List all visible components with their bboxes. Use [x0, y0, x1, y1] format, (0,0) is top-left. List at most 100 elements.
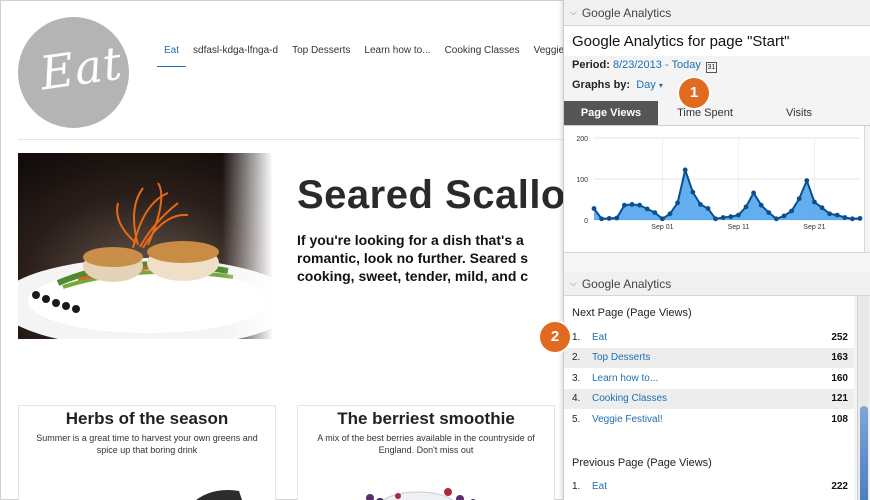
page-views-chart: 200 100 0 Sep 01 Sep 11 Sep 21: [564, 126, 865, 252]
nav-item-sdfasl[interactable]: sdfasl-kdga-lfnga-d: [186, 43, 285, 67]
data-point: [857, 216, 863, 221]
chart-footer: [564, 252, 870, 272]
data-point: [690, 189, 696, 195]
rank: 1.: [572, 481, 581, 493]
page-link[interactable]: Cooking Classes: [592, 393, 831, 404]
data-point: [660, 216, 665, 222]
graphs-by-label: Graphs by:: [572, 79, 631, 91]
rank: 1.: [572, 331, 581, 343]
nav-item-cooking-classes[interactable]: Cooking Classes: [438, 43, 527, 67]
data-point: [705, 206, 711, 211]
article-intro-line: cooking, sweet, tender, mild, and c: [297, 268, 529, 284]
list-item: 2. Top Desserts 163: [564, 347, 854, 368]
rank: 4.: [572, 393, 581, 405]
period-value-link[interactable]: 8/23/2013 - Today: [613, 59, 701, 71]
logo-text: Eat: [36, 35, 126, 101]
data-point: [812, 199, 817, 205]
list-item: 3. Learn how to... 160: [564, 368, 854, 389]
article-intro: If you're looking for a dish that's a ro…: [297, 231, 597, 285]
hero-image: [18, 153, 273, 339]
section-header-label: Google Analytics: [581, 276, 672, 291]
site-nav: Eat sdfasl-kdga-lfnga-d Top Desserts Lea…: [157, 43, 611, 67]
list-item: 1. Eat 252: [564, 327, 854, 348]
page-views-count: 121: [831, 393, 848, 405]
tab-page-views[interactable]: Page Views: [564, 101, 658, 125]
list-item: 4. Cooking Classes 121: [564, 388, 854, 409]
data-point: [591, 206, 597, 211]
data-point: [827, 211, 832, 217]
y-tick-label: 0: [584, 218, 588, 225]
data-point: [720, 215, 726, 220]
data-point: [728, 214, 734, 220]
data-point: [736, 212, 741, 218]
data-point: [751, 190, 756, 196]
tab-visits[interactable]: Visits: [752, 101, 846, 125]
card-text: Summer is a great time to harvest your o…: [36, 433, 258, 455]
rank: 5.: [572, 413, 581, 425]
data-point: [614, 215, 620, 221]
data-point: [682, 167, 688, 173]
chart-svg: 200 100 0 Sep 01 Sep 11 Sep 21: [576, 136, 863, 231]
data-point: [698, 202, 703, 207]
chevron-down-icon[interactable]: ⌵: [570, 278, 577, 289]
data-point: [796, 196, 802, 202]
data-point: [834, 212, 840, 218]
data-point: [789, 208, 794, 214]
article-intro-line: romantic, look no further. Seared s: [297, 250, 529, 266]
data-point: [766, 210, 772, 215]
y-tick-label: 200: [576, 136, 588, 143]
tab-time-spent[interactable]: Time Spent: [658, 101, 752, 125]
page-link[interactable]: Learn how to...: [592, 373, 831, 384]
nav-item-eat[interactable]: Eat: [157, 43, 187, 67]
page-views-count: 160: [831, 372, 848, 384]
x-tick-label: Sep 11: [728, 224, 750, 231]
page-views-count: 252: [831, 331, 848, 343]
calendar-icon[interactable]: 31: [705, 62, 717, 73]
list-item: 5. Veggie Festival! 108: [564, 409, 854, 430]
page-link[interactable]: Top Desserts: [592, 352, 831, 363]
nav-divider: [18, 139, 564, 140]
next-page-title: Next Page (Page Views): [572, 307, 692, 319]
section-header-analytics-2[interactable]: ⌵ Google Analytics: [564, 272, 870, 296]
data-point: [599, 216, 604, 222]
page-views-count: 108: [831, 413, 848, 425]
analytics-panel: ⌵ Google Analytics Google Analytics for …: [563, 0, 870, 500]
data-point: [675, 200, 680, 206]
data-point: [781, 213, 787, 219]
callout-badge-1: 1: [679, 78, 709, 108]
card-title: The berriest smoothie: [337, 409, 515, 428]
nav-item-learn-how-to[interactable]: Learn how to...: [357, 43, 437, 67]
callout-badge-2: 2: [540, 322, 570, 352]
smoothie-image: [366, 488, 476, 500]
metric-tabs: Page Views Time Spent Visits: [564, 101, 870, 126]
data-point: [819, 205, 825, 211]
article-card-smoothie[interactable]: The berriest smoothie A mix of the best …: [297, 405, 555, 500]
scallop-dish-illustration: [18, 153, 273, 339]
section-header-analytics[interactable]: ⌵ Google Analytics: [564, 0, 870, 26]
data-point: [637, 202, 642, 208]
site-logo[interactable]: Eat: [18, 17, 129, 128]
dropdown-caret-icon[interactable]: ▾: [659, 81, 663, 90]
data-point: [804, 178, 810, 183]
graphs-by-row: Graphs by: Day ▾: [564, 76, 870, 94]
graphs-by-dropdown[interactable]: Day: [636, 79, 656, 91]
data-point: [713, 216, 718, 222]
data-point: [644, 206, 650, 212]
period-row: Period: 8/23/2013 - Today 31: [564, 56, 870, 76]
section-header-label: Google Analytics: [581, 5, 672, 20]
list-item: 1. Eat 222: [564, 477, 854, 498]
scrollbar[interactable]: [857, 296, 869, 500]
panel-title: Google Analytics for page "Start": [564, 26, 870, 56]
x-tick-label: Sep 21: [803, 224, 825, 231]
page-link[interactable]: Eat: [592, 332, 831, 343]
chevron-down-icon[interactable]: ⌵: [570, 7, 577, 18]
data-point: [758, 202, 764, 208]
nav-item-top-desserts[interactable]: Top Desserts: [285, 43, 357, 67]
page-link[interactable]: Eat: [592, 481, 831, 492]
article-card-herbs[interactable]: Herbs of the season Summer is a great ti…: [18, 405, 276, 500]
card-text: A mix of the best berries available in t…: [317, 433, 535, 455]
page-link[interactable]: Veggie Festival!: [592, 414, 831, 425]
article-intro-line: If you're looking for a dish that's a: [297, 232, 524, 248]
scrollbar-thumb[interactable]: [860, 406, 868, 500]
data-point: [842, 215, 848, 220]
